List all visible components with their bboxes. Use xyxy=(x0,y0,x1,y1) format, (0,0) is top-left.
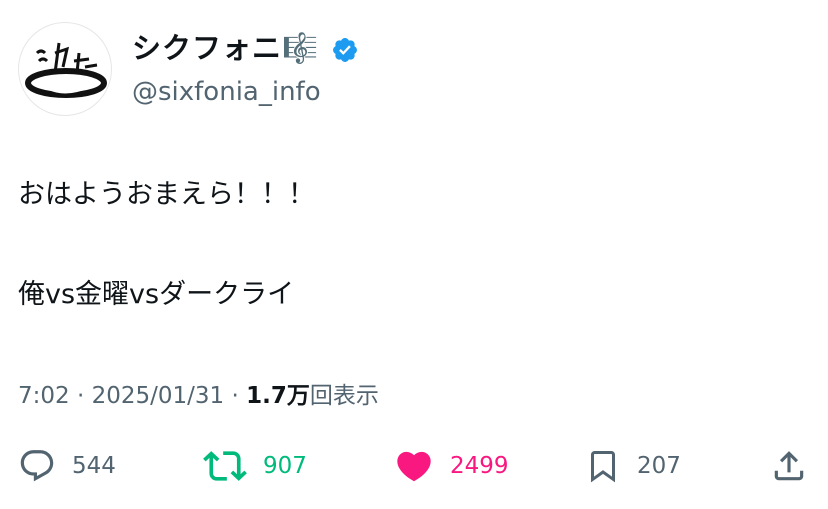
tweet-line-1: おはようおまえら！！！ xyxy=(18,179,315,210)
reply-button[interactable]: 544 xyxy=(18,440,116,492)
display-name-text: シクフォニ xyxy=(132,31,283,65)
tweet-text: おはようおまえら！！！ 俺vs金曜vsダークライ xyxy=(18,175,315,315)
like-button[interactable]: 2499 xyxy=(394,440,509,492)
display-name[interactable]: シクフォニ🎼 xyxy=(132,28,319,68)
music-score-emoji: 🎼 xyxy=(282,31,320,65)
bookmark-count: 207 xyxy=(637,453,681,479)
tweet-date[interactable]: 2025/01/31 xyxy=(92,383,225,409)
reply-count: 544 xyxy=(72,453,116,479)
heart-icon xyxy=(397,451,431,482)
avatar[interactable] xyxy=(18,22,112,116)
tweet-time[interactable]: 7:02 xyxy=(18,383,70,409)
bookmark-icon xyxy=(591,451,615,483)
meta-separator: · xyxy=(69,383,92,409)
bookmark-button[interactable]: 207 xyxy=(585,440,681,492)
retweet-button[interactable]: 907 xyxy=(203,440,307,492)
views-label: 回表示 xyxy=(309,383,379,409)
share-icon xyxy=(774,451,804,481)
views-count: 1.7万 xyxy=(246,383,310,409)
meta-separator: · xyxy=(224,383,247,409)
like-count: 2499 xyxy=(450,453,509,479)
avatar-logo xyxy=(25,42,107,98)
share-button[interactable] xyxy=(770,440,808,492)
reply-icon xyxy=(20,450,54,482)
action-bar: 544 907 2499 207 xyxy=(0,440,828,492)
verified-badge-icon xyxy=(333,38,357,62)
user-handle[interactable]: @sixfonia_info xyxy=(132,74,321,110)
retweet-icon xyxy=(203,451,247,481)
tweet-line-2: 俺vs金曜vsダークライ xyxy=(18,279,295,310)
tweet-meta: 7:02 · 2025/01/31 · 1.7万回表示 xyxy=(18,378,379,414)
retweet-count: 907 xyxy=(263,453,307,479)
